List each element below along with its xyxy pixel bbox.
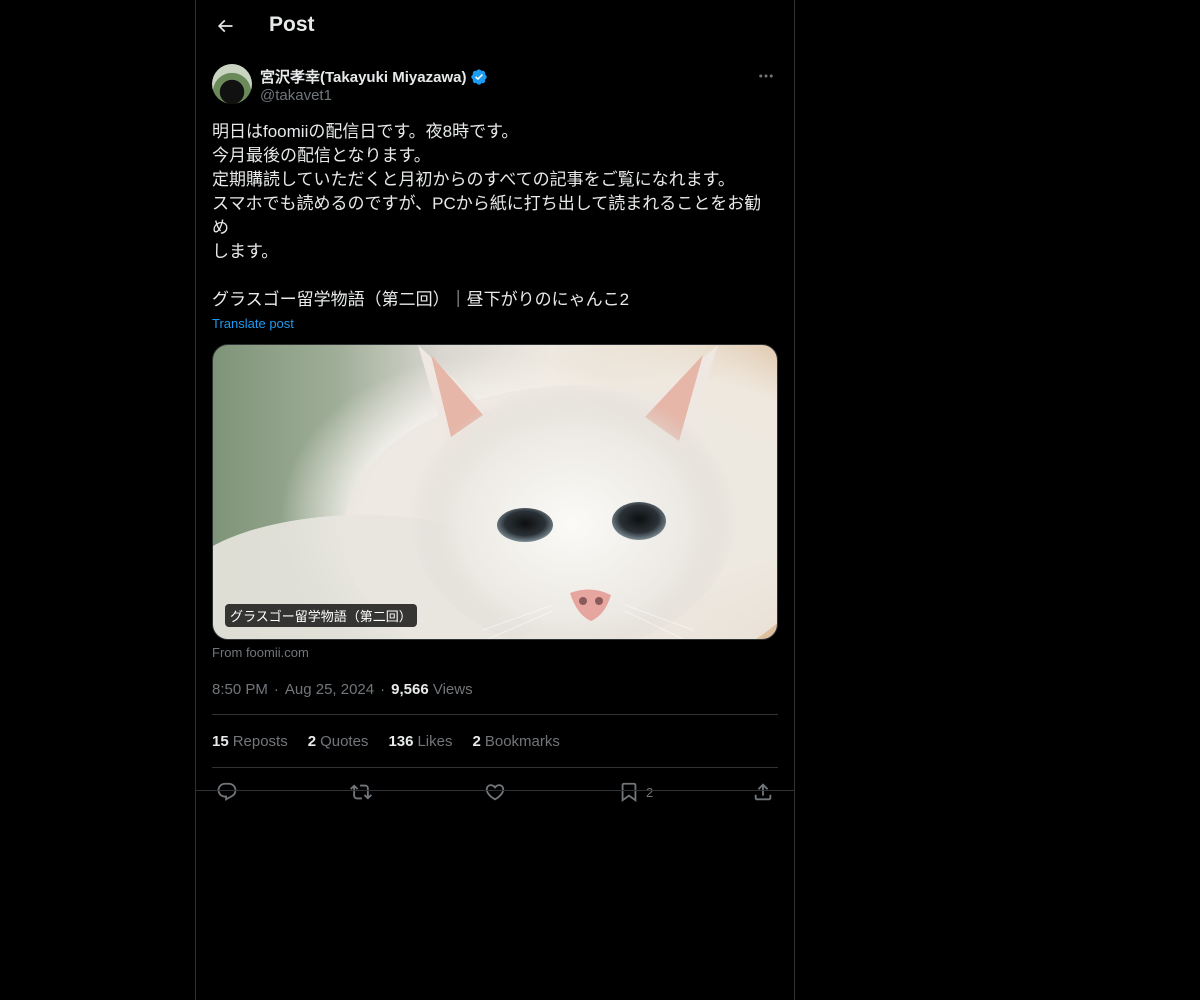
post-detail-column: Post 宮沢孝幸(Takayuki Miyazawa) @takavet1 明… [195, 0, 795, 1000]
more-horizontal-icon [759, 74, 773, 78]
meta-separator: · [273, 680, 279, 698]
views-label: Views [432, 680, 473, 698]
more-options-button[interactable] [754, 64, 778, 88]
share-button[interactable] [752, 780, 774, 804]
post: 宮沢孝幸(Takayuki Miyazawa) @takavet1 明日はfoo… [212, 64, 778, 816]
views-count-container: 9,566 Views [391, 681, 472, 698]
translate-post-link[interactable]: Translate post [212, 316, 294, 331]
verified-badge-icon[interactable] [470, 68, 488, 86]
engagement-stats: 15 Reposts 2 Quotes 136 Likes 2 Bookmarks [212, 715, 778, 767]
post-text-line: グラスゴー留学物語（第二回）｜昼下がりのにゃんこ2 [212, 290, 630, 309]
divider [196, 790, 794, 791]
bookmark-icon [621, 782, 637, 803]
reply-icon [217, 782, 237, 801]
like-button[interactable] [484, 780, 506, 804]
link-card[interactable]: グラスゴー留学物語（第二回） [212, 344, 778, 640]
reposts-count: 15 [212, 732, 229, 750]
reply-button[interactable] [216, 780, 238, 804]
post-text-line: 定期購読していただくと月初からのすべての記事をご覧になれます。 [212, 170, 735, 189]
share-icon [754, 783, 772, 801]
post-text-line: スマホでも読めるのですが、PCから紙に打ち出して読まれることをお勧め [212, 194, 762, 237]
quotes-stat[interactable]: 2 Quotes [308, 733, 369, 750]
reposts-stat[interactable]: 15 Reposts [212, 733, 288, 750]
bookmarks-label: Bookmarks [484, 732, 560, 750]
header: Post [196, 0, 794, 53]
quotes-label: Quotes [320, 732, 369, 750]
bookmarks-count: 2 [472, 732, 481, 750]
views-count: 9,566 [391, 680, 429, 698]
avatar[interactable] [212, 64, 252, 104]
name-line: 宮沢孝幸(Takayuki Miyazawa) [260, 66, 488, 87]
author-row: 宮沢孝幸(Takayuki Miyazawa) @takavet1 [212, 64, 778, 106]
post-meta: 8:50 PM · Aug 25, 2024 · 9,566 Views [212, 679, 778, 699]
bookmarks-stat[interactable]: 2 Bookmarks [473, 733, 560, 750]
meta-separator: · [380, 680, 386, 698]
likes-label: Likes [417, 732, 453, 750]
post-text-line: 今月最後の配信となります。 [212, 146, 431, 165]
page-title: Post [269, 13, 315, 36]
likes-count: 136 [388, 732, 414, 750]
post-text-line: 明日はfoomiiの配信日です。夜8時です。 [212, 122, 519, 141]
post-text-blank-line [212, 264, 778, 288]
post-text-line: します。 [212, 242, 279, 261]
card-title-label: グラスゴー留学物語（第二回） [225, 604, 417, 627]
back-button[interactable] [208, 9, 242, 43]
reposts-label: Reposts [232, 732, 288, 750]
post-text: 明日はfoomiiの配信日です。夜8時です。 今月最後の配信となります。 定期購… [212, 120, 778, 312]
arrow-left-icon [217, 19, 233, 33]
repost-button[interactable] [350, 780, 372, 804]
card-source[interactable]: From foomii.com [212, 645, 778, 660]
author-display-name[interactable]: 宮沢孝幸(Takayuki Miyazawa) [260, 66, 466, 87]
heart-icon [485, 784, 505, 801]
repost-icon [350, 784, 372, 800]
bookmark-button[interactable]: 2 [618, 780, 653, 804]
quotes-count: 2 [307, 732, 317, 750]
author-handle[interactable]: @takavet1 [260, 87, 332, 104]
post-time[interactable]: 8:50 PM [212, 681, 268, 698]
white-cat-photo-icon [213, 345, 777, 639]
bookmark-count: 2 [646, 784, 654, 800]
action-bar: 2 [212, 768, 778, 816]
likes-stat[interactable]: 136 Likes [388, 733, 452, 750]
post-date[interactable]: Aug 25, 2024 [285, 681, 374, 698]
